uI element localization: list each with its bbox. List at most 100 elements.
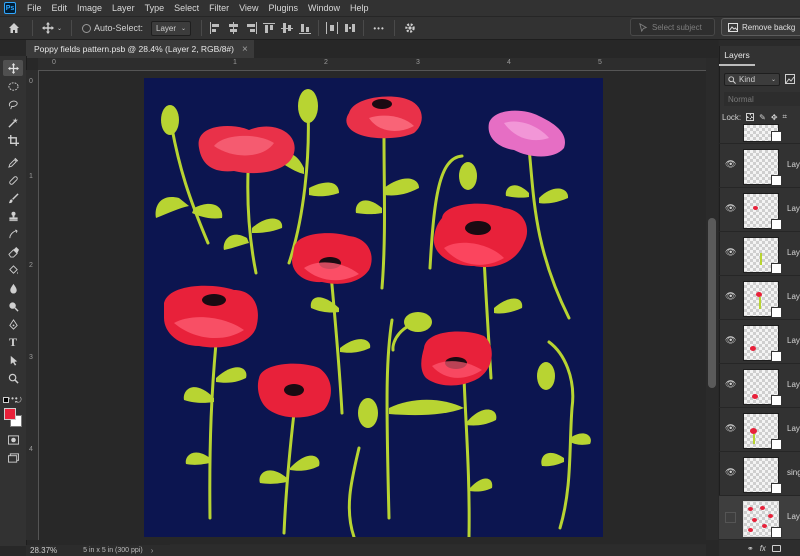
close-icon[interactable]: × [242, 44, 248, 55]
layer-row[interactable]: 👁 Laye [719, 320, 800, 364]
more-options-button[interactable]: ••• [368, 18, 390, 38]
layer-name[interactable]: Laye [787, 512, 800, 521]
distribute-horizontal-icon[interactable] [326, 22, 339, 34]
zoom-tool[interactable] [3, 370, 23, 386]
pen-tool[interactable] [3, 316, 23, 332]
home-icon [9, 23, 19, 33]
eyedropper-tool[interactable] [3, 154, 23, 170]
eye-icon[interactable]: 👁 [725, 203, 736, 214]
crop-tool[interactable] [3, 132, 23, 148]
swap-colors-icon[interactable]: ⤾ [15, 396, 22, 406]
status-menu-arrow-icon[interactable]: › [151, 546, 154, 555]
menu-layer[interactable]: Layer [107, 0, 140, 16]
layer-name[interactable]: Laye [787, 336, 800, 345]
layer-row[interactable] [719, 124, 800, 144]
history-brush-tool[interactable] [3, 226, 23, 242]
menu-file[interactable]: File [22, 0, 47, 16]
layer-row-selected[interactable]: Laye [719, 496, 800, 540]
layer-filter-dropdown[interactable]: Kind ⌄ [724, 73, 780, 86]
layer-name[interactable]: Laye [787, 160, 800, 169]
align-bottom-icon[interactable] [299, 22, 312, 34]
menu-window[interactable]: Window [303, 0, 345, 16]
lasso-tool[interactable] [3, 96, 23, 112]
menu-select[interactable]: Select [169, 0, 204, 16]
layer-name[interactable]: Laye [787, 380, 800, 389]
foreground-color-swatch[interactable] [4, 408, 16, 420]
layer-row[interactable]: 👁 Laye [719, 408, 800, 452]
document-tab[interactable]: Poppy fields pattern.psb @ 28.4% (Layer … [26, 40, 254, 58]
vertical-ruler[interactable]: 0 1 2 3 4 [26, 70, 39, 540]
fx-button[interactable]: fx [760, 544, 766, 553]
align-top-icon[interactable] [263, 22, 276, 34]
auto-select-checkbox[interactable] [82, 23, 91, 33]
eye-icon[interactable]: 👁 [725, 467, 736, 478]
screen-mode-button[interactable] [3, 450, 23, 466]
distribute-spacing-icon[interactable] [344, 22, 356, 34]
select-subject-button[interactable]: Select subject [630, 18, 715, 36]
default-colors-icon[interactable] [3, 397, 9, 403]
poppy-artwork [155, 89, 591, 537]
move-tool-preset[interactable]: ⌄ [37, 18, 67, 38]
image-filter-icon[interactable] [785, 74, 795, 84]
eye-icon[interactable]: 👁 [725, 335, 736, 346]
eye-icon[interactable]: 👁 [725, 423, 736, 434]
path-selection-tool[interactable] [3, 352, 23, 368]
lock-position-icon[interactable]: ✥ [771, 113, 778, 122]
layer-row[interactable]: 👁 sing [719, 452, 800, 496]
paint-bucket-tool[interactable] [3, 262, 23, 278]
eye-icon[interactable]: 👁 [725, 379, 736, 390]
menu-edit[interactable]: Edit [47, 0, 73, 16]
layer-name[interactable]: sing [787, 468, 800, 477]
layer-row[interactable]: 👁 Laye [719, 232, 800, 276]
auto-select-target-dropdown[interactable]: Layer ⌄ [151, 20, 192, 36]
lock-artboard-icon[interactable]: ⌗ [783, 112, 788, 122]
vertical-scroll-thumb[interactable] [708, 218, 716, 388]
align-right-icon[interactable] [245, 22, 258, 34]
type-tool[interactable]: T [3, 334, 23, 350]
visibility-toggle-empty[interactable] [725, 512, 736, 523]
menu-view[interactable]: View [234, 0, 263, 16]
healing-brush-tool[interactable] [3, 172, 23, 188]
magic-wand-tool[interactable] [3, 114, 23, 130]
document-canvas[interactable] [144, 78, 603, 537]
blur-tool[interactable] [3, 280, 23, 296]
auto-select-toggle[interactable]: Auto-Select: [82, 23, 143, 33]
eraser-tool[interactable] [3, 244, 23, 260]
link-layers-icon[interactable]: ⚭ [747, 544, 754, 553]
menu-filter[interactable]: Filter [204, 0, 234, 16]
layer-row[interactable]: 👁 Laye [719, 276, 800, 320]
menu-image[interactable]: Image [72, 0, 107, 16]
layer-name[interactable]: Laye [787, 248, 800, 257]
move-tool[interactable] [3, 60, 23, 76]
horizontal-ruler[interactable]: 0 1 2 3 4 5 [38, 58, 706, 71]
blend-mode-dropdown[interactable]: Normal [724, 92, 800, 106]
settings-button[interactable] [399, 18, 421, 38]
eye-icon[interactable]: 👁 [725, 291, 736, 302]
clone-stamp-tool[interactable] [3, 208, 23, 224]
add-mask-icon[interactable] [771, 544, 781, 552]
layer-name[interactable]: Laye [787, 204, 800, 213]
eye-icon[interactable]: 👁 [725, 247, 736, 258]
align-middle-icon[interactable] [281, 22, 294, 34]
layer-row[interactable]: 👁 Laye [719, 144, 800, 188]
marquee-tool[interactable] [3, 78, 23, 94]
lock-transparent-pixels-icon[interactable] [746, 113, 755, 121]
menu-plugins[interactable]: Plugins [263, 0, 303, 16]
align-left-icon[interactable] [209, 22, 221, 34]
menu-help[interactable]: Help [345, 0, 374, 16]
layer-row[interactable]: 👁 Laye [719, 364, 800, 408]
layer-row[interactable]: 👁 Laye [719, 188, 800, 232]
menu-type[interactable]: Type [140, 0, 170, 16]
home-button[interactable] [0, 18, 28, 38]
remove-background-button[interactable]: Remove backg [721, 18, 800, 36]
eye-icon[interactable]: 👁 [725, 159, 736, 170]
brush-tool[interactable] [3, 190, 23, 206]
dodge-tool[interactable] [3, 298, 23, 314]
quick-mask-button[interactable] [3, 432, 23, 448]
layer-name[interactable]: Laye [787, 292, 800, 301]
zoom-level[interactable]: 28.37% [30, 546, 57, 555]
layer-name[interactable]: Laye [787, 424, 800, 433]
align-center-icon[interactable] [227, 22, 239, 34]
layers-tab[interactable]: Layers [719, 46, 755, 66]
lock-image-pixels-icon[interactable]: ✎ [759, 113, 766, 122]
